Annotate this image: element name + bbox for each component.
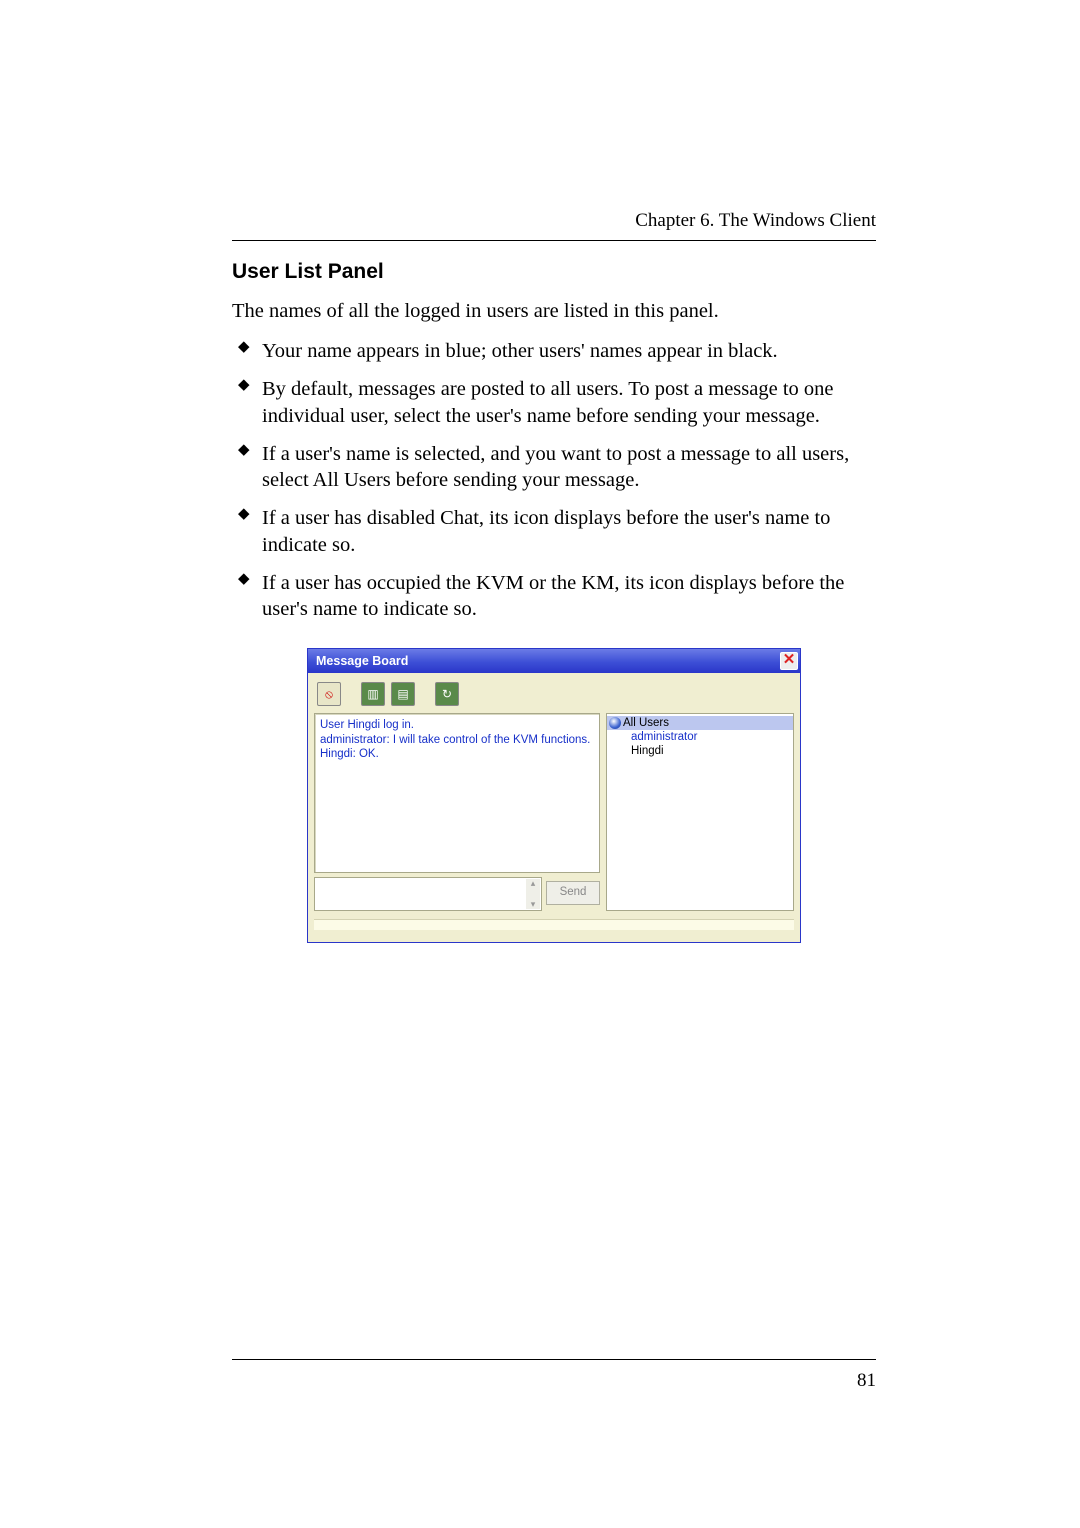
message-log: User Hingdi log in. administrator: I wil… [314,713,600,873]
bullet-icon: ◆ [238,338,250,357]
user-all-users[interactable]: All Users [607,716,793,730]
bullet-text: By default, messages are posted to all u… [262,378,834,426]
status-rail [314,919,794,930]
message-board-window: Message Board ✕ ⦸ ▥ ▤ ↻ User Hingdi log … [307,648,801,943]
bullet-list: ◆ Your name appears in blue; other users'… [232,338,876,622]
chat-disable-icon[interactable]: ⦸ [317,682,341,706]
log-line: administrator: I will take control of th… [320,733,594,747]
window-title: Message Board [316,654,408,668]
bullet-text: If a user has disabled Chat, its icon di… [262,507,830,555]
scrollbar[interactable]: ▴ ▾ [526,879,540,909]
bullet-text: If a user's name is selected, and you wa… [262,443,849,491]
toolbar: ⦸ ▥ ▤ ↻ [314,679,794,713]
section-lead: The names of all the logged in users are… [232,298,876,324]
titlebar[interactable]: Message Board ✕ [308,649,800,673]
bullet-text: Your name appears in blue; other users' … [262,340,778,362]
bullet-text: If a user has occupied the KVM or the KM… [262,572,844,620]
send-button[interactable]: Send [546,881,600,905]
log-line: Hingdi: OK. [320,747,594,761]
bullet-icon: ◆ [238,570,250,589]
users-icon [609,717,621,729]
bullet-icon: ◆ [238,505,250,524]
refresh-icon[interactable]: ↻ [435,682,459,706]
page-number: 81 [857,1370,876,1392]
section-title: User List Panel [232,260,876,284]
user-item-self[interactable]: administrator [607,730,793,744]
log-line: User Hingdi log in. [320,718,594,732]
bullet-icon: ◆ [238,441,250,460]
scroll-up-icon[interactable]: ▴ [526,879,540,888]
bullet-icon: ◆ [238,376,250,395]
user-item[interactable]: Hingdi [607,744,793,758]
top-rule [232,240,876,241]
user-list-panel: All Users administrator Hingdi [606,713,794,911]
occupy-kvm-icon[interactable]: ▥ [361,682,385,706]
all-users-label: All Users [623,717,669,729]
running-header: Chapter 6. The Windows Client [635,210,876,232]
bottom-rule [232,1359,876,1360]
compose-input[interactable]: ▴ ▾ [314,877,542,911]
close-icon[interactable]: ✕ [780,652,798,670]
occupy-km-icon[interactable]: ▤ [391,682,415,706]
scroll-down-icon[interactable]: ▾ [526,900,540,909]
